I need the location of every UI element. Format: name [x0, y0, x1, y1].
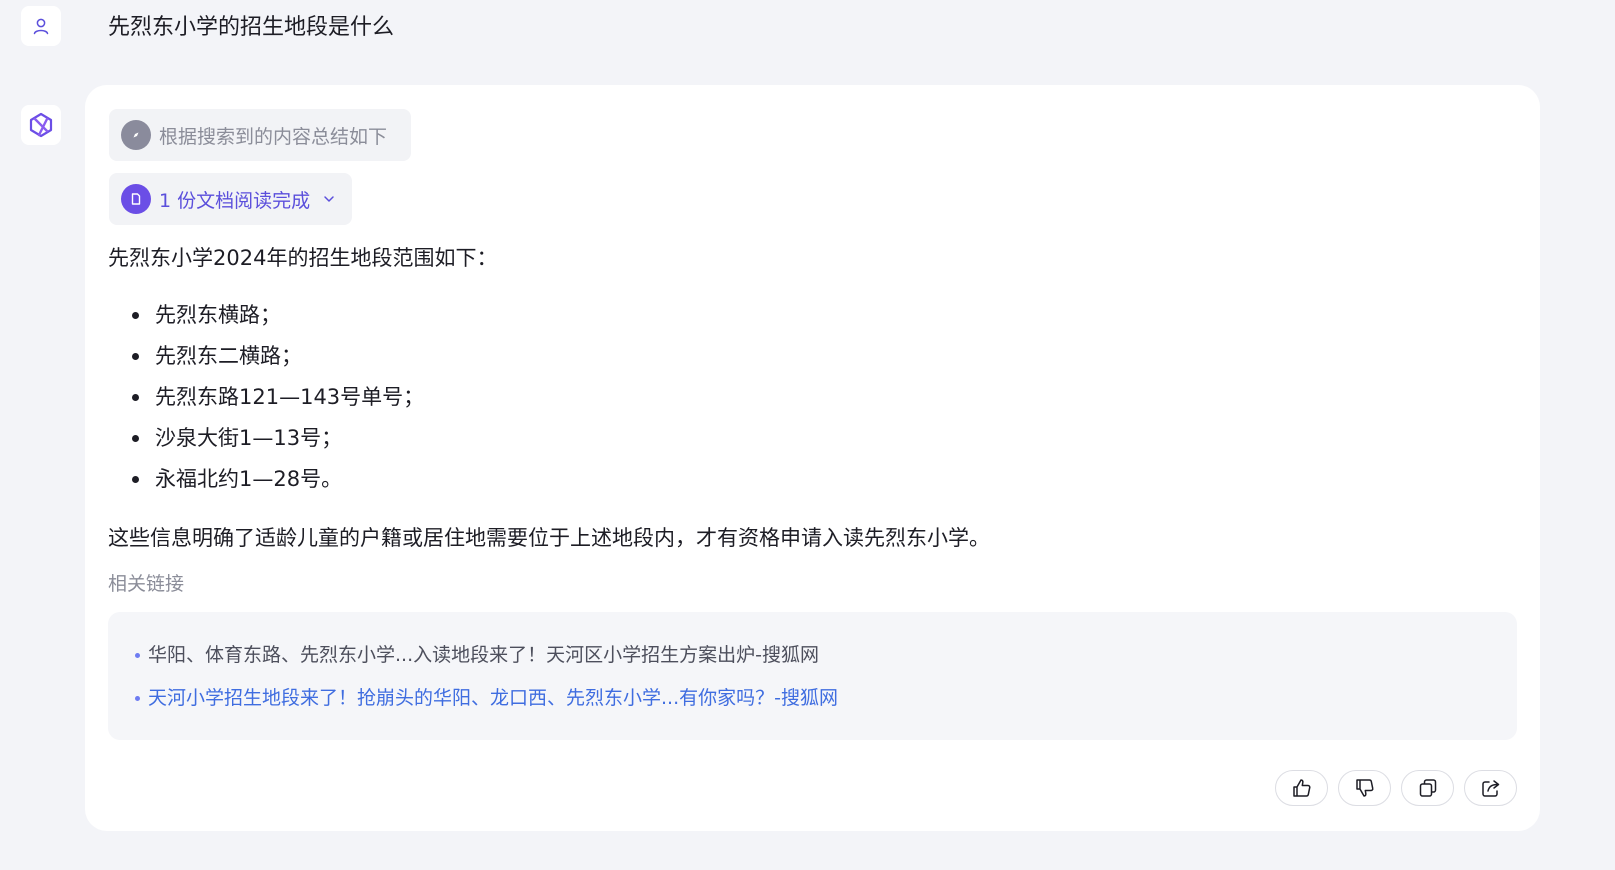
bullet-dot: [132, 476, 139, 483]
documents-read-chip[interactable]: 1 份文档阅读完成: [109, 173, 353, 225]
list-item: 永福北约1—28号。: [108, 459, 424, 500]
assistant-avatar: [21, 105, 61, 145]
bullet-dot: [132, 312, 139, 319]
copy-icon: [1419, 779, 1436, 797]
related-links-box: 华阳、体育东路、先烈东小学...入读地段来了！天河区小学招生方案出炉-搜狐网 天…: [108, 612, 1517, 740]
answer-card: 根据搜索到的内容总结如下 1 份文档阅读完成 先烈东小学2024年的招生地段范围…: [85, 85, 1540, 831]
answer-intro: 先烈东小学2024年的招生地段范围如下：: [108, 246, 498, 270]
list-item: 先烈东横路；: [108, 295, 424, 336]
document-icon: [121, 184, 151, 214]
list-item: 先烈东路121—143号单号；: [108, 377, 424, 418]
share-button[interactable]: [1464, 770, 1517, 806]
search-summary-chip[interactable]: 根据搜索到的内容总结如下: [109, 109, 412, 161]
user-question: 先烈东小学的招生地段是什么: [108, 15, 395, 40]
enrollment-zone-list: 先烈东横路； 先烈东二横路； 先烈东路121—143号单号； 沙泉大街1—13号…: [108, 295, 424, 500]
search-summary-label: 根据搜索到的内容总结如下: [159, 125, 388, 148]
list-item: 先烈东二横路；: [108, 336, 424, 377]
user-icon: [33, 18, 49, 35]
dislike-button[interactable]: [1338, 770, 1391, 806]
list-item: 沙泉大街1—13号；: [108, 418, 424, 459]
like-button[interactable]: [1275, 770, 1328, 806]
bullet-dot: [132, 353, 139, 360]
link-bullet: [135, 652, 140, 658]
related-link[interactable]: 华阳、体育东路、先烈东小学...入读地段来了！天河区小学招生方案出炉-搜狐网: [135, 640, 819, 670]
documents-read-label: 1 份文档阅读完成: [159, 189, 311, 212]
answer-conclusion: 这些信息明确了适龄儿童的户籍或居住地需要位于上述地段内，才有资格申请入读先烈东小…: [108, 526, 990, 550]
assistant-logo-icon: [29, 112, 53, 138]
chevron-down-icon: [324, 196, 334, 202]
related-link[interactable]: 天河小学招生地段来了！抢崩头的华阳、龙口西、先烈东小学...有你家吗？-搜狐网: [135, 683, 838, 713]
thumbs-down-icon: [1355, 779, 1374, 797]
link-bullet: [135, 695, 140, 701]
share-icon: [1481, 780, 1499, 797]
related-links-title: 相关链接: [108, 573, 185, 595]
user-avatar: [21, 6, 61, 46]
thumbs-up-icon: [1292, 779, 1311, 797]
bullet-dot: [132, 394, 139, 401]
bullet-dot: [132, 435, 139, 442]
answer-actions: [1275, 770, 1517, 806]
copy-button[interactable]: [1401, 770, 1454, 806]
compass-icon: [121, 120, 151, 150]
